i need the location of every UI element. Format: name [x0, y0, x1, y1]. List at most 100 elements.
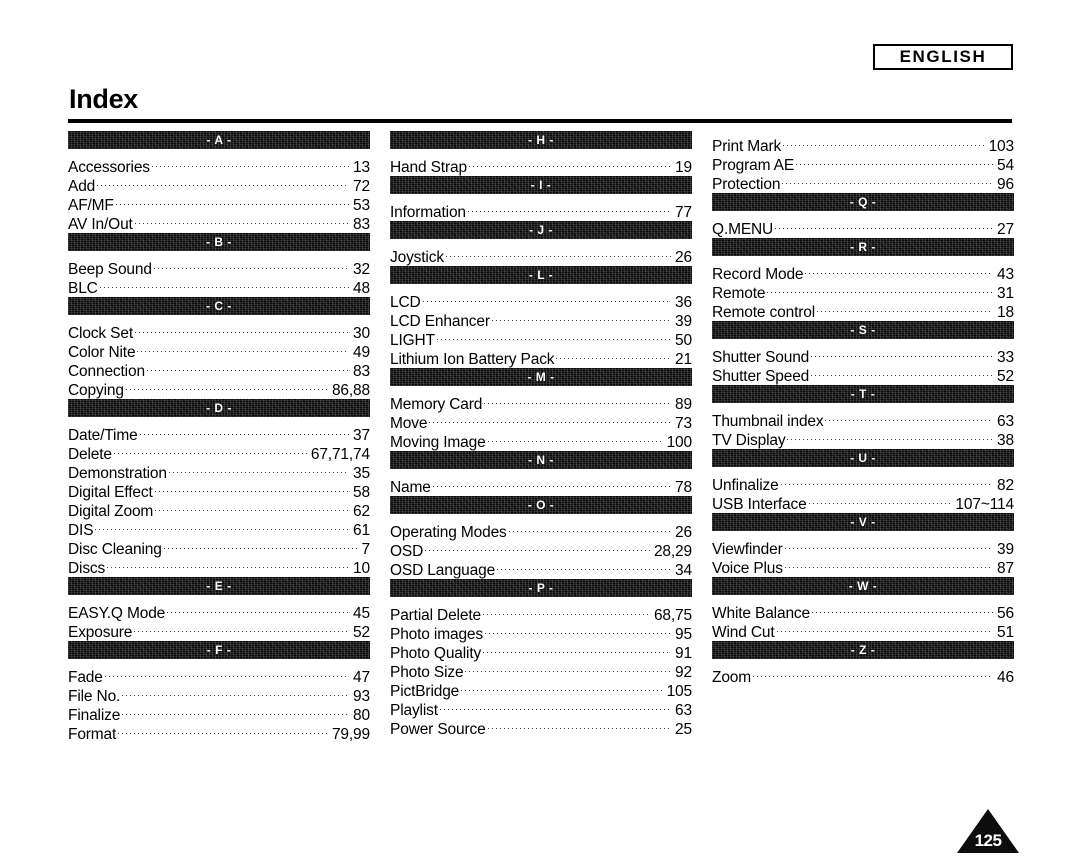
index-entry[interactable]: Move 73 — [390, 409, 692, 432]
index-entry[interactable]: Add 72 — [68, 172, 370, 195]
index-entry-name: Move — [390, 415, 428, 432]
dot-leader — [782, 170, 993, 189]
index-entry-name: Discs — [68, 560, 106, 577]
index-entry[interactable]: Print Mark 103 — [712, 132, 1014, 155]
index-entry-list: Record Mode 43 Remote 31 Remote control 18 — [712, 260, 1014, 321]
index-entry-page: 25 — [675, 721, 692, 738]
index-entry[interactable]: BLC 48 — [68, 274, 370, 297]
letter-heading-bar: - V - — [712, 513, 1014, 531]
index-section: - C - Clock Set 30 Color Nite 49 Connection 83… — [68, 297, 370, 399]
index-entry[interactable]: Fade 47 — [68, 663, 370, 686]
dot-leader — [139, 421, 350, 440]
letter-heading-bar: - B - — [68, 233, 370, 251]
index-entry[interactable]: Lithium Ion Battery Pack 21 — [390, 345, 692, 368]
index-entry[interactable]: Demonstration 35 — [68, 459, 370, 482]
index-entry[interactable]: Partial Delete 68,75 — [390, 601, 692, 624]
dot-leader — [134, 618, 349, 637]
index-entry[interactable]: Clock Set 30 — [68, 319, 370, 342]
dot-leader — [429, 409, 671, 428]
index-entry[interactable]: Beep Sound 32 — [68, 255, 370, 278]
index-entry[interactable]: Moving Image 100 — [390, 428, 692, 451]
dot-leader — [484, 620, 672, 639]
letter-heading-bar: - S - — [712, 321, 1014, 339]
index-entry-name: Add — [68, 178, 96, 195]
dot-leader — [808, 490, 952, 509]
index-entry-page: 62 — [353, 503, 370, 520]
index-entry-page: 93 — [353, 688, 370, 705]
index-entry[interactable]: Discs 10 — [68, 554, 370, 577]
index-entry[interactable]: Joystick 26 — [390, 243, 692, 266]
index-entry-name: Delete — [68, 446, 112, 463]
index-entry[interactable]: EASY.Q Mode 45 — [68, 599, 370, 622]
index-entry[interactable]: Record Mode 43 — [712, 260, 1014, 283]
index-entry[interactable]: Memory Card 89 — [390, 390, 692, 413]
index-entry[interactable]: OSD 28,29 — [390, 537, 692, 560]
index-entry-name: Protection — [712, 176, 781, 193]
index-entry-name: Shutter Speed — [712, 368, 810, 385]
index-entry[interactable]: LCD Enhancer 39 — [390, 307, 692, 330]
index-section: - O - Operating Modes 26 OSD 28,29 OSD Langua… — [390, 496, 692, 579]
index-section: - E - EASY.Q Mode 45 Exposure 52 — [68, 577, 370, 641]
index-entry[interactable]: Hand Strap 19 — [390, 153, 692, 176]
index-entry-name: Power Source — [390, 721, 486, 738]
dot-leader — [487, 428, 663, 447]
index-entry[interactable]: Shutter Sound 33 — [712, 343, 1014, 366]
index-entry-list: Information 77 — [390, 198, 692, 221]
dot-leader — [97, 172, 349, 191]
dot-leader — [115, 191, 350, 210]
dot-leader — [812, 599, 994, 618]
letter-heading-label: - U - — [850, 451, 876, 465]
index-entry[interactable]: Q.MENU 27 — [712, 215, 1014, 238]
letter-heading-label: - R - — [850, 240, 876, 254]
letter-heading-label: - E - — [206, 579, 232, 593]
index-entry-list: Thumbnail index 63 TV Display 38 — [712, 407, 1014, 449]
dot-leader — [468, 153, 672, 172]
index-entry-page: 47 — [353, 669, 370, 686]
index-entry[interactable]: Unfinalize 82 — [712, 471, 1014, 494]
index-entry-name: TV Display — [712, 432, 786, 449]
dot-leader — [151, 153, 350, 172]
index-entry[interactable]: Delete 67,71,74 — [68, 440, 370, 463]
index-entry-page: 83 — [353, 216, 370, 233]
dot-leader — [113, 440, 307, 459]
index-entry[interactable]: DIS 61 — [68, 516, 370, 539]
index-entry-list: Beep Sound 32 BLC 48 — [68, 255, 370, 297]
dot-leader — [805, 260, 993, 279]
index-entry-name: Joystick — [390, 249, 444, 266]
dot-leader — [163, 535, 358, 554]
letter-heading-label: - N - — [528, 453, 554, 467]
index-entry-page: 39 — [997, 541, 1014, 558]
index-entry[interactable]: Disc Cleaning 7 — [68, 535, 370, 558]
index-entry-page: 30 — [353, 325, 370, 342]
index-entry[interactable]: White Balance 56 — [712, 599, 1014, 622]
index-entry[interactable]: Name 78 — [390, 473, 692, 496]
index-entry-page: 63 — [675, 702, 692, 719]
index-entry-name: Information — [390, 204, 466, 221]
index-entry[interactable]: Information 77 — [390, 198, 692, 221]
letter-heading-bar: - T - — [712, 385, 1014, 403]
index-entry-page: 53 — [353, 197, 370, 214]
index-entry-page: 100 — [666, 434, 693, 451]
index-entry-list: Accessories 13 Add 72 AF/MF 53 AV In/Out 83 — [68, 153, 370, 233]
dot-leader — [776, 618, 994, 637]
index-entry-name: Digital Effect — [68, 484, 153, 501]
index-entry-page: 78 — [675, 479, 692, 496]
index-entry[interactable]: File No. 93 — [68, 682, 370, 705]
index-entry[interactable]: Date/Time 37 — [68, 421, 370, 444]
index-entry[interactable]: Operating Modes 26 — [390, 518, 692, 541]
index-entry-page: 58 — [353, 484, 370, 501]
index-entry-page: 54 — [997, 157, 1014, 174]
index-entry[interactable]: OSD Language 34 — [390, 556, 692, 579]
index-entry-page: 77 — [675, 204, 692, 221]
index-entry[interactable]: LCD 36 — [390, 288, 692, 311]
index-entry[interactable]: AF/MF 53 — [68, 191, 370, 214]
dot-leader — [483, 639, 671, 658]
index-entry[interactable]: Zoom 46 — [712, 663, 1014, 686]
index-entry-list: LCD 36 LCD Enhancer 39 LIGHT 50 Lithium Ion Ba… — [390, 288, 692, 368]
letter-heading-label: - L - — [528, 268, 554, 282]
index-entry-page: 87 — [997, 560, 1014, 577]
index-entry-list: Viewfinder 39 Voice Plus 87 — [712, 535, 1014, 577]
index-entry[interactable]: Thumbnail index 63 — [712, 407, 1014, 430]
index-entry[interactable]: Viewfinder 39 — [712, 535, 1014, 558]
index-entry[interactable]: Accessories 13 — [68, 153, 370, 176]
